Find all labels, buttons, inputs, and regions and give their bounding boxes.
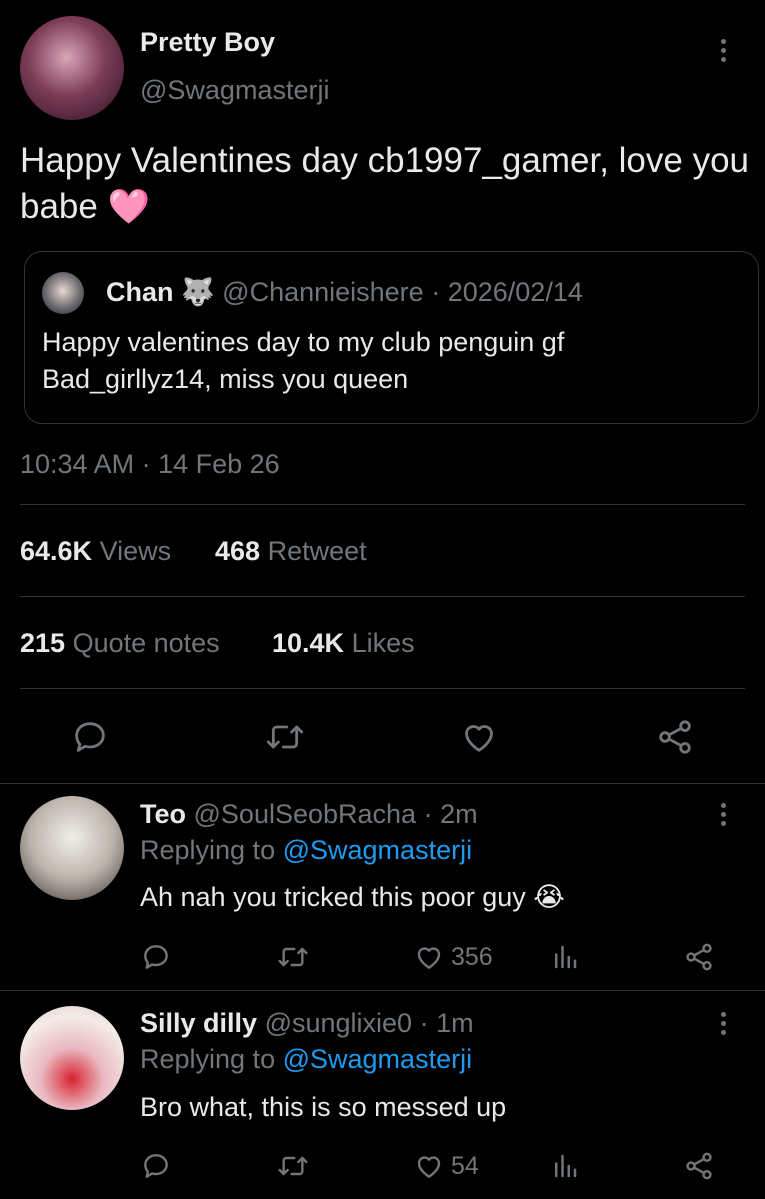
likes-count: 10.4K: [272, 628, 345, 658]
reply-1-replying-prefix: Replying to: [140, 835, 276, 865]
reply-1-replying-handle[interactable]: @Swagmasterji: [283, 835, 472, 865]
reply-2-retweet-icon[interactable]: [275, 1150, 311, 1182]
divider-1: [20, 504, 745, 505]
quote-handle: @Channieishere: [222, 277, 424, 307]
reply-2-replying-handle[interactable]: @Swagmasterji: [283, 1044, 472, 1074]
retweet-label: Retweet: [267, 536, 367, 566]
divider-4: [0, 783, 765, 784]
divider-3: [20, 688, 745, 689]
reply-2-reply-icon[interactable]: [140, 1150, 172, 1182]
reply-2-replying-prefix: Replying to: [140, 1044, 276, 1074]
likes-label: Likes: [351, 628, 415, 658]
reply-2-views-icon[interactable]: [550, 1150, 580, 1182]
reply-2-time: 1m: [436, 1008, 474, 1038]
quote-date: 2026/02/14: [447, 277, 583, 307]
reply-2-display-name[interactable]: Silly dilly: [140, 1008, 257, 1038]
reply-2-avatar[interactable]: [20, 1006, 124, 1110]
pink-heart-emoji: 🩷: [107, 188, 150, 226]
retweet-stat[interactable]: 468 Retweet: [215, 536, 367, 567]
quote-text: Happy valentines day to my club penguin …: [42, 327, 565, 394]
reply-2-handle[interactable]: @sunglixie0: [265, 1008, 413, 1038]
likes-stat[interactable]: 10.4K Likes: [272, 628, 415, 659]
reply-2-text-body: Bro what, this is so messed up: [140, 1092, 507, 1122]
reply-1-like-heart-icon[interactable]: [412, 941, 446, 973]
reply-2-share-icon[interactable]: [683, 1150, 715, 1182]
quote-label: Quote notes: [72, 628, 220, 658]
divider-5: [0, 990, 765, 991]
reply-1-retweet-icon[interactable]: [275, 941, 311, 973]
quote-display-name: Chan: [106, 277, 174, 307]
views-count: 64.6K: [20, 536, 93, 566]
author-handle[interactable]: @Swagmasterji: [140, 75, 329, 106]
reply-2-replying-to: Replying to @Swagmasterji: [140, 1044, 472, 1075]
reply-1-like-count: 356: [451, 943, 493, 971]
reply-1-share-icon[interactable]: [683, 941, 715, 973]
author-avatar[interactable]: [20, 16, 124, 120]
retweet-icon[interactable]: [263, 717, 307, 757]
reply-2-like-heart-icon[interactable]: [412, 1150, 446, 1182]
reply-1-separator: ·: [423, 799, 433, 829]
wolf-emoji: 🐺: [181, 277, 215, 307]
reply-1-time: 2m: [440, 799, 478, 829]
quote-stat[interactable]: 215 Quote notes: [20, 628, 220, 659]
quote-count: 215: [20, 628, 66, 658]
reply-1-avatar[interactable]: [20, 796, 124, 900]
like-heart-icon[interactable]: [458, 717, 500, 757]
reply-1-reply-icon[interactable]: [140, 941, 172, 973]
reply-1-text-body: Ah nah you tricked this poor guy: [140, 882, 526, 912]
quote-separator: ·: [431, 277, 441, 307]
reply-2-more-options-icon[interactable]: [719, 1012, 727, 1035]
reply-1-more-options-icon[interactable]: [719, 803, 727, 826]
reply-2-separator: ·: [419, 1008, 429, 1038]
tweet-text: Happy Valentines day cb1997_gamer, love …: [20, 138, 755, 230]
reply-1-handle[interactable]: @SoulSeobRacha: [194, 799, 417, 829]
reply-1-display-name[interactable]: Teo: [140, 799, 186, 829]
author-display-name[interactable]: Pretty Boy: [140, 27, 275, 58]
divider-2: [20, 596, 745, 597]
views-stat: 64.6K Views: [20, 536, 171, 567]
retweet-count: 468: [215, 536, 261, 566]
reply-1-views-icon[interactable]: [550, 941, 580, 973]
views-label: Views: [99, 536, 172, 566]
reply-1-text: Ah nah you tricked this poor guy 😭: [140, 882, 565, 913]
reply-1-header: Teo @SoulSeobRacha · 2m: [140, 799, 478, 830]
more-options-icon[interactable]: [719, 39, 727, 62]
reply-1-replying-to: Replying to @Swagmasterji: [140, 835, 472, 866]
reply-2-header: Silly dilly @sunglixie0 · 1m: [140, 1008, 474, 1039]
reply-2-text: Bro what, this is so messed up: [140, 1092, 506, 1123]
reply-2-like-count: 54: [451, 1152, 479, 1180]
crying-face-emoji: 😭: [533, 882, 565, 912]
tweet-timestamp: 10:34 AM · 14 Feb 26: [20, 449, 280, 479]
share-icon[interactable]: [655, 717, 695, 757]
quote-header: Chan 🐺 @Channieishere · 2026/02/14: [106, 276, 583, 308]
quote-author-avatar: [42, 272, 84, 314]
reply-icon[interactable]: [70, 717, 110, 757]
